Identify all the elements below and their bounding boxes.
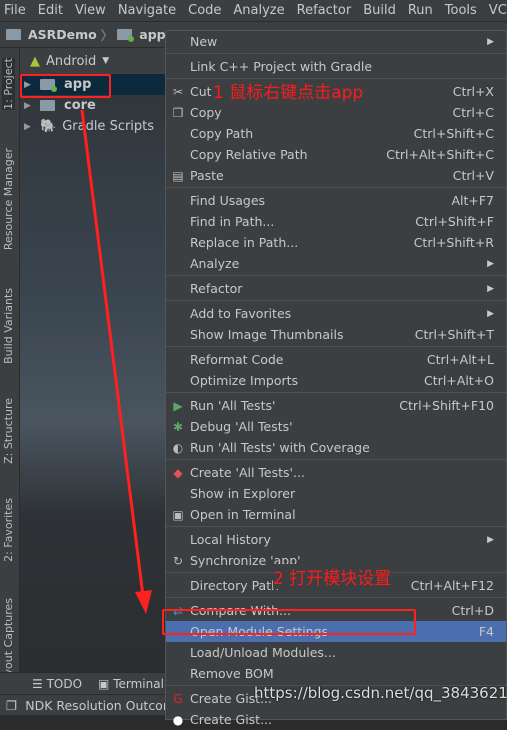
watermark: https://blog.csdn.net/qq_38436214	[254, 684, 507, 702]
annotation-step1: 1 鼠标右键点击app	[213, 83, 364, 103]
annotation-arrow	[80, 109, 152, 614]
annotation-step2: 2 打开模块设置	[273, 564, 392, 589]
